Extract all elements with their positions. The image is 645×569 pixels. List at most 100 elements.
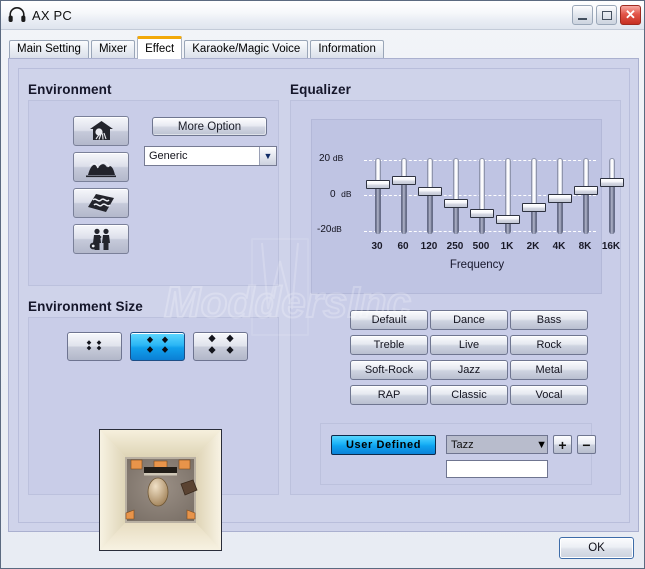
- preset-vocal[interactable]: Vocal: [510, 385, 588, 405]
- environment-room-button[interactable]: [73, 116, 129, 146]
- add-preset-button[interactable]: +: [553, 435, 572, 454]
- eq-slider-250[interactable]: [444, 158, 468, 234]
- tab-information[interactable]: Information: [310, 40, 384, 59]
- tab-karaoke-magic-voice[interactable]: Karaoke/Magic Voice: [184, 40, 309, 59]
- eq-slider-thumb[interactable]: [548, 194, 572, 203]
- equalizer-heading: Equalizer: [290, 82, 351, 97]
- environment-preset-value: Generic: [149, 150, 188, 162]
- user-defined-select-value: Tazz: [451, 438, 474, 451]
- db-label-0: 0 dB: [330, 189, 352, 200]
- user-defined-select[interactable]: Tazz ▼: [446, 435, 548, 454]
- eq-slider-fill: [609, 182, 615, 234]
- eq-slider-500[interactable]: [470, 158, 494, 234]
- more-option-button[interactable]: More Option: [152, 117, 267, 136]
- environment-concert-hall-button[interactable]: [73, 152, 129, 182]
- user-defined-button[interactable]: User Defined: [331, 435, 436, 455]
- eq-slider-60[interactable]: [392, 158, 416, 234]
- eq-slider-fill: [557, 198, 563, 234]
- tab-strip: Main Setting Mixer Effect Karaoke/Magic …: [1, 30, 644, 59]
- tab-main-setting[interactable]: Main Setting: [9, 40, 89, 59]
- preset-rap[interactable]: RAP: [350, 385, 428, 405]
- eq-slider-2k[interactable]: [522, 158, 546, 234]
- environment-preset-select[interactable]: Generic ▼: [144, 146, 277, 166]
- chevron-down-icon: ▼: [536, 438, 547, 451]
- ok-button[interactable]: OK: [559, 537, 634, 559]
- eq-slider-thumb[interactable]: [600, 178, 624, 187]
- environment-size-heading: Environment Size: [28, 299, 143, 314]
- eq-slider-1k[interactable]: [496, 158, 520, 234]
- environment-room-icon: [88, 120, 115, 142]
- chevron-down-icon: ▼: [259, 147, 276, 165]
- environment-live-stage-icon: [88, 228, 114, 251]
- eq-slider-thumb[interactable]: [496, 215, 520, 224]
- freq-label-1k: 1K: [500, 241, 514, 252]
- tab-mixer[interactable]: Mixer: [90, 40, 136, 59]
- preset-soft-rock[interactable]: Soft-Rock: [350, 360, 428, 380]
- environment-carpet-icon: [87, 192, 115, 214]
- close-button[interactable]: ✕: [620, 5, 641, 25]
- preset-classic[interactable]: Classic: [430, 385, 508, 405]
- preset-treble[interactable]: Treble: [350, 335, 428, 355]
- preset-jazz[interactable]: Jazz: [430, 360, 508, 380]
- eq-slider-thumb[interactable]: [444, 199, 468, 208]
- tab-effect[interactable]: Effect: [137, 36, 183, 59]
- maximize-icon: [601, 10, 612, 20]
- frequency-axis-title: Frequency: [449, 259, 505, 271]
- eq-slider-8k[interactable]: [574, 158, 598, 234]
- eq-slider-fill: [583, 190, 589, 234]
- environment-heading: Environment: [28, 82, 112, 97]
- remove-preset-button[interactable]: −: [577, 435, 596, 454]
- freq-label-60: 60: [397, 241, 409, 252]
- freq-label-4k: 4K: [552, 241, 566, 252]
- preset-rock[interactable]: Rock: [510, 335, 588, 355]
- eq-slider-fill: [401, 180, 407, 234]
- effect-panel: Environment More Option Generic ▼ Enviro…: [8, 58, 639, 551]
- preset-name-input[interactable]: [447, 461, 547, 477]
- db-label-20: 20 dB: [319, 153, 344, 164]
- eq-slider-16k[interactable]: [600, 158, 624, 234]
- room-preview-image: [99, 429, 222, 551]
- maximize-button[interactable]: [596, 5, 617, 25]
- freq-label-16k: 16K: [601, 241, 621, 252]
- environment-live-stage-button[interactable]: [73, 224, 129, 254]
- eq-slider-fill: [427, 191, 433, 234]
- freq-label-500: 500: [472, 241, 490, 252]
- eq-slider-thumb[interactable]: [574, 186, 598, 195]
- eq-slider-120[interactable]: [418, 158, 442, 234]
- freq-label-250: 250: [446, 241, 464, 252]
- preset-dance[interactable]: Dance: [430, 310, 508, 330]
- environment-size-small-button[interactable]: [67, 332, 122, 361]
- minimize-button[interactable]: [572, 5, 593, 25]
- eq-slider-30[interactable]: [366, 158, 390, 234]
- freq-label-2k: 2K: [526, 241, 540, 252]
- eq-slider-fill: [375, 184, 381, 234]
- close-icon: ✕: [625, 7, 636, 22]
- eq-slider-thumb[interactable]: [366, 180, 390, 189]
- eq-slider-thumb[interactable]: [522, 203, 546, 212]
- preset-metal[interactable]: Metal: [510, 360, 588, 380]
- preset-default[interactable]: Default: [350, 310, 428, 330]
- preset-name-input-wrap[interactable]: [446, 460, 548, 478]
- speakers-large-icon: [199, 333, 243, 360]
- user-defined-group: User Defined Tazz ▼ + −: [320, 423, 596, 485]
- freq-label-120: 120: [420, 241, 438, 252]
- environment-size-medium-button[interactable]: [130, 332, 185, 361]
- preset-bass[interactable]: Bass: [510, 310, 588, 330]
- eq-slider-thumb[interactable]: [418, 187, 442, 196]
- eq-slider-thumb[interactable]: [470, 209, 494, 218]
- equalizer-group: 20 dB 0 dB -20dB 30 60 120 250 500 1K 2K…: [290, 100, 624, 495]
- environment-size-large-button[interactable]: [193, 332, 248, 361]
- equalizer-sliders-area: 20 dB 0 dB -20dB 30 60 120 250 500 1K 2K…: [311, 119, 624, 294]
- speakers-small-icon: [78, 336, 112, 357]
- freq-label-30: 30: [371, 241, 383, 252]
- speakers-medium-icon: [138, 334, 178, 359]
- environment-concert-hall-icon: [86, 157, 116, 178]
- eq-slider-thumb[interactable]: [392, 176, 416, 185]
- eq-slider-4k[interactable]: [548, 158, 572, 234]
- preset-live[interactable]: Live: [430, 335, 508, 355]
- environment-group: More Option Generic ▼: [28, 100, 279, 286]
- freq-label-8k: 8K: [578, 241, 592, 252]
- db-label-minus-20: -20dB: [317, 224, 342, 235]
- headphones-icon: [7, 5, 27, 25]
- environment-carpet-button[interactable]: [73, 188, 129, 218]
